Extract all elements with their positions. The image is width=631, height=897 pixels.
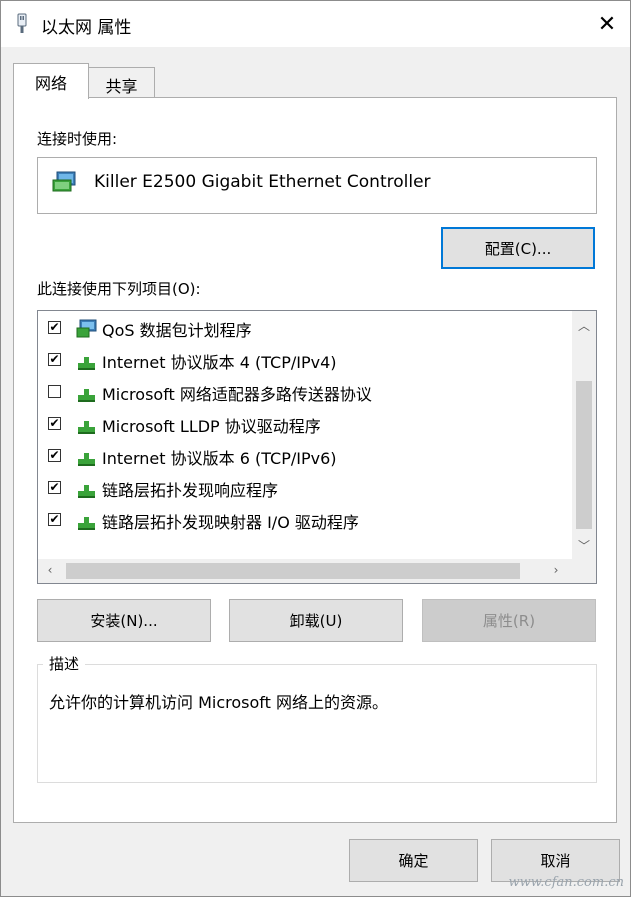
tab-sharing[interactable]: 共享 (88, 67, 155, 98)
scroll-right-icon[interactable]: › (544, 563, 568, 577)
list-item[interactable]: ✔ Internet 协议版本 6 (TCP/IPv6) (48, 445, 568, 469)
uninstall-button[interactable]: 卸载(U) (229, 599, 403, 642)
item-label: Microsoft 网络适配器多路传送器协议 (102, 385, 372, 404)
item-checkbox[interactable]: ✔ (48, 481, 61, 494)
list-item[interactable]: ✔ Microsoft LLDP 协议驱动程序 (48, 413, 568, 437)
properties-dialog: 以太网 属性 ✕ 网络 共享 连接时使用: Killer E2500 Gigab… (0, 0, 631, 897)
network-service-icon (76, 319, 97, 338)
list-item[interactable]: ✔ 链路层拓扑发现映射器 I/O 驱动程序 (48, 509, 568, 533)
item-checkbox[interactable]: ✔ (48, 353, 61, 366)
item-label: Internet 协议版本 4 (TCP/IPv4) (102, 353, 337, 372)
components-list[interactable]: ✔ QoS 数据包计划程序 ✔ Internet 协议版本 4 (TCP/IPv… (37, 310, 597, 584)
watermark: www.cfan.com.cn (508, 875, 624, 890)
tab-network-label: 网络 (34, 74, 67, 93)
item-label: Internet 协议版本 6 (TCP/IPv6) (102, 449, 337, 468)
description-title: 描述 (43, 653, 86, 674)
list-item[interactable]: Microsoft 网络适配器多路传送器协议 (48, 381, 568, 405)
vertical-scroll-thumb[interactable] (576, 381, 592, 529)
connect-using-label: 连接时使用: (37, 130, 118, 148)
adapter-name: Killer E2500 Gigabit Ethernet Controller (94, 172, 431, 192)
items-list-label: 此连接使用下列项目(O): (37, 280, 201, 298)
scroll-left-icon[interactable]: ‹ (38, 563, 62, 577)
protocol-icon (78, 517, 95, 530)
network-adapter-icon (52, 171, 76, 192)
horizontal-scroll-thumb[interactable] (66, 563, 520, 579)
close-button[interactable]: ✕ (584, 1, 630, 47)
horizontal-scrollbar[interactable]: ‹ › (38, 559, 596, 583)
scroll-down-icon[interactable]: ﹀ (572, 537, 596, 554)
list-item[interactable]: ✔ Internet 协议版本 4 (TCP/IPv4) (48, 349, 568, 373)
protocol-icon (78, 421, 95, 434)
item-checkbox[interactable]: ✔ (48, 321, 61, 334)
item-checkbox[interactable] (48, 385, 61, 398)
adapter-box: Killer E2500 Gigabit Ethernet Controller (37, 157, 597, 214)
item-label: Microsoft LLDP 协议驱动程序 (102, 417, 321, 436)
properties-button: 属性(R) (422, 599, 596, 642)
vertical-scrollbar[interactable]: ︿ ﹀ (572, 311, 596, 559)
ok-button[interactable]: 确定 (349, 839, 478, 882)
protocol-icon (78, 389, 95, 402)
window-title: 以太网 属性 (41, 18, 132, 38)
protocol-icon (78, 485, 95, 498)
list-item[interactable]: ✔ 链路层拓扑发现响应程序 (48, 477, 568, 501)
tab-network[interactable]: 网络 (13, 63, 89, 99)
description-group (37, 664, 597, 783)
description-text: 允许你的计算机访问 Microsoft 网络上的资源。 (49, 693, 388, 712)
item-checkbox[interactable]: ✔ (48, 449, 61, 462)
install-button[interactable]: 安装(N)... (37, 599, 211, 642)
item-checkbox[interactable]: ✔ (48, 513, 61, 526)
item-label: QoS 数据包计划程序 (102, 321, 252, 340)
protocol-icon (78, 453, 95, 466)
title-bar: 以太网 属性 ✕ (1, 1, 630, 47)
item-label: 链路层拓扑发现映射器 I/O 驱动程序 (102, 513, 359, 532)
close-icon: ✕ (597, 11, 617, 37)
tab-sharing-label: 共享 (105, 77, 138, 96)
list-item[interactable]: ✔ QoS 数据包计划程序 (48, 317, 568, 341)
protocol-icon (78, 357, 95, 370)
scroll-up-icon[interactable]: ︿ (572, 317, 596, 334)
item-label: 链路层拓扑发现响应程序 (102, 481, 279, 500)
configure-button[interactable]: 配置(C)... (441, 227, 595, 269)
network-adapter-icon (17, 13, 27, 33)
item-checkbox[interactable]: ✔ (48, 417, 61, 430)
